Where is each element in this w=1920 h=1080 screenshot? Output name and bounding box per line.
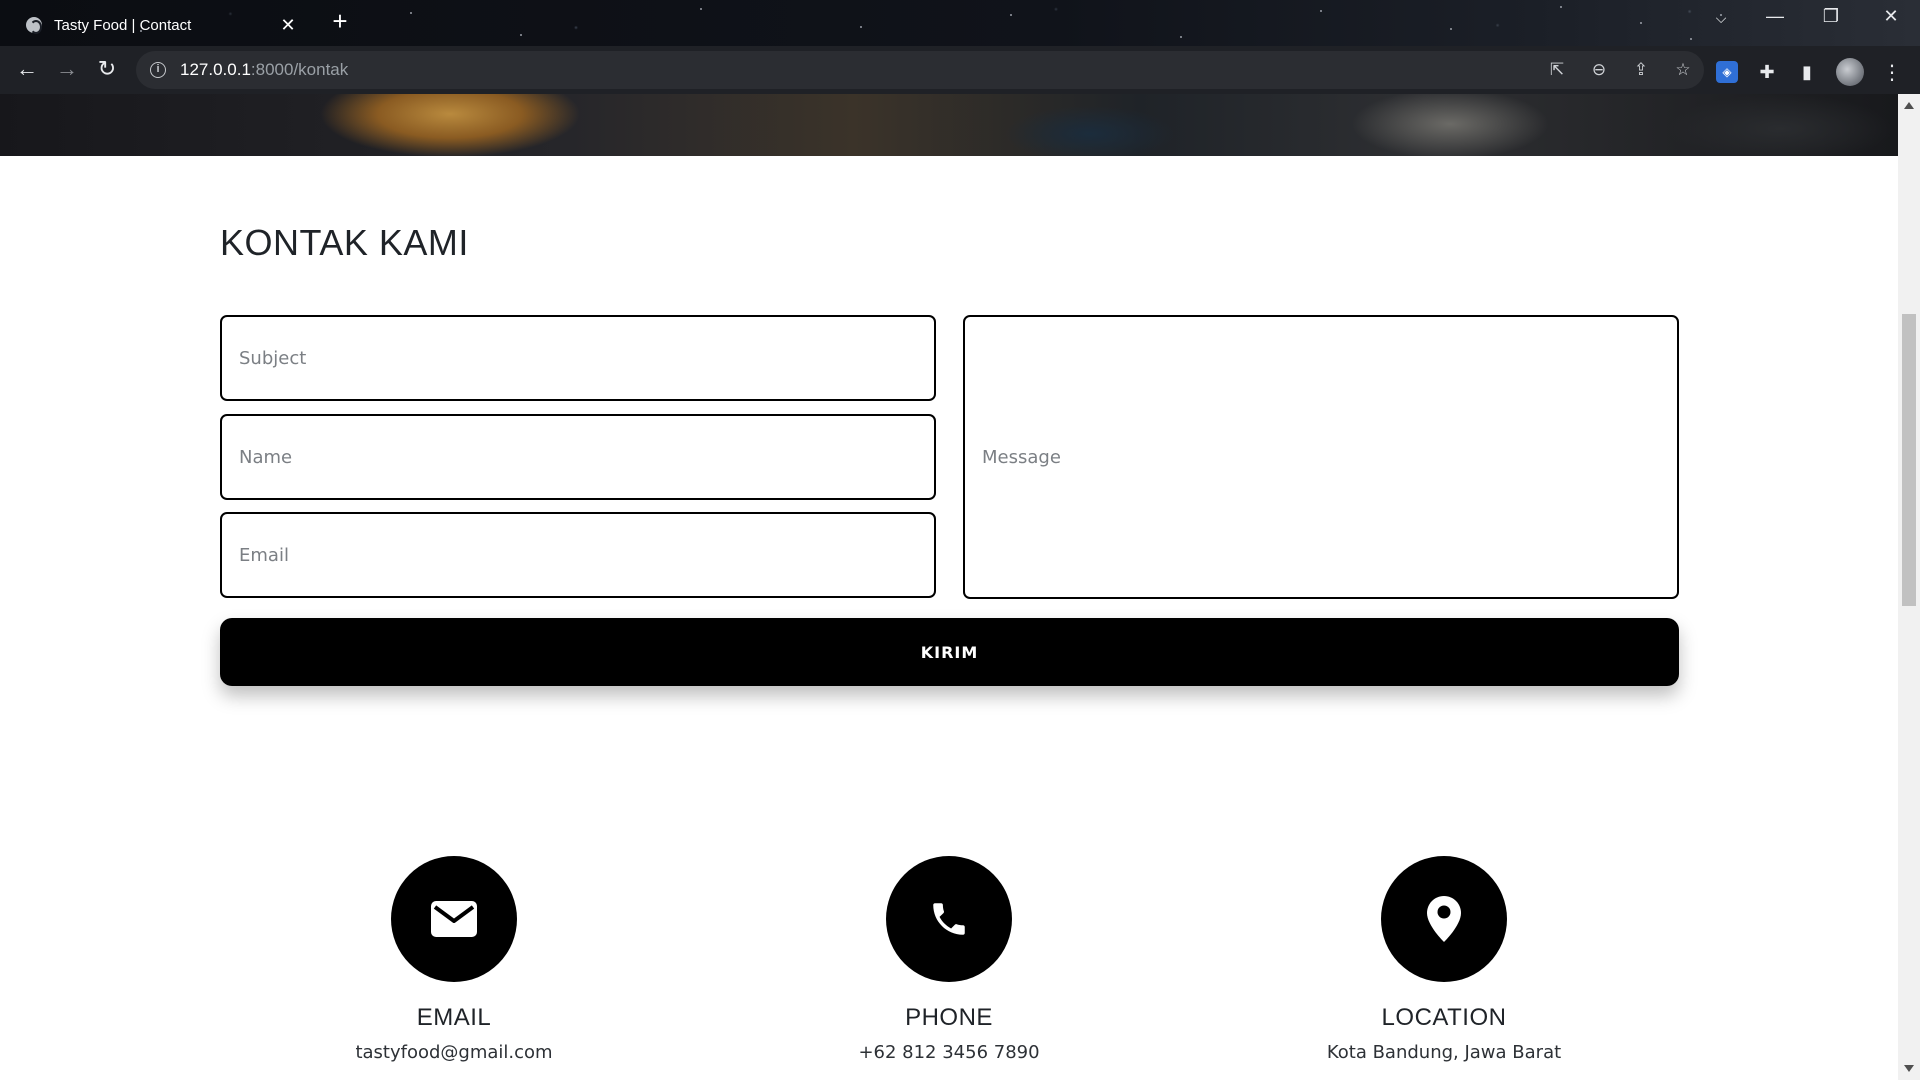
contact-card-phone: PHONE +62 812 3456 7890 bbox=[749, 856, 1149, 1063]
close-window-button[interactable]: ✕ bbox=[1868, 6, 1914, 27]
restore-button[interactable]: ❐ bbox=[1808, 6, 1854, 27]
browser-toolbar: ← → ↻ i 127.0.0.1:8000/kontak ⇱ ⊖ ⇪ ☆ ◈ … bbox=[0, 46, 1920, 94]
message-placeholder: Message bbox=[982, 446, 1061, 468]
tab-contact[interactable]: Tasty Food | Contact ✕ bbox=[8, 4, 313, 46]
side-panel-icon[interactable]: ▮ bbox=[1796, 61, 1818, 83]
zoom-out-icon[interactable]: ⊖ bbox=[1588, 59, 1610, 81]
share-icon[interactable]: ⇪ bbox=[1630, 59, 1652, 81]
email-input[interactable]: Email bbox=[220, 512, 936, 598]
contact-label: LOCATION bbox=[1381, 1004, 1507, 1031]
address-bar[interactable]: i 127.0.0.1:8000/kontak ⇱ ⊖ ⇪ ☆ bbox=[136, 51, 1704, 89]
minimize-button[interactable]: — bbox=[1752, 6, 1798, 27]
puzzle-icon[interactable]: ✚ bbox=[1756, 61, 1778, 83]
contact-value: +62 812 3456 7890 bbox=[858, 1042, 1040, 1063]
message-textarea[interactable]: Message bbox=[963, 315, 1679, 599]
reload-icon[interactable]: ↻ bbox=[94, 58, 120, 82]
scrollbar-thumb[interactable] bbox=[1902, 314, 1916, 606]
name-input[interactable]: Name bbox=[220, 414, 936, 500]
globe-icon bbox=[26, 17, 42, 34]
email-placeholder: Email bbox=[239, 544, 289, 566]
phone-icon bbox=[886, 856, 1012, 982]
close-icon[interactable]: ✕ bbox=[277, 15, 299, 36]
page-title: KONTAK KAMI bbox=[220, 222, 469, 263]
browser-tabbar: Tasty Food | Contact ✕ + ⌵ — ❐ ✕ bbox=[0, 0, 1920, 46]
map-pin-icon bbox=[1381, 856, 1507, 982]
url-host: 127.0.0.1 bbox=[180, 60, 251, 79]
contact-label: EMAIL bbox=[416, 1004, 492, 1031]
tab-title: Tasty Food | Contact bbox=[54, 16, 192, 34]
chevron-down-icon[interactable]: ⌵ bbox=[1698, 10, 1744, 27]
more-menu-icon[interactable]: ⋮ bbox=[1882, 60, 1902, 85]
open-external-icon[interactable]: ⇱ bbox=[1546, 59, 1568, 81]
page-viewport: KONTAK KAMI Subject Name Email Message K… bbox=[0, 94, 1898, 1080]
extension-icon[interactable]: ◈ bbox=[1716, 61, 1738, 83]
contact-value: tastyfood@gmail.com bbox=[355, 1042, 553, 1063]
scroll-up-arrow-icon[interactable] bbox=[1904, 102, 1914, 109]
submit-button[interactable]: KIRIM bbox=[220, 618, 1679, 686]
scroll-down-arrow-icon[interactable] bbox=[1904, 1065, 1914, 1072]
hero-image bbox=[0, 94, 1898, 156]
vertical-scrollbar[interactable] bbox=[1898, 94, 1920, 1080]
url-path: :8000/kontak bbox=[250, 60, 349, 79]
info-icon[interactable]: i bbox=[150, 62, 166, 78]
name-placeholder: Name bbox=[239, 446, 293, 468]
contact-card-location: LOCATION Kota Bandung, Jawa Barat bbox=[1244, 856, 1644, 1063]
back-arrow-icon[interactable]: ← bbox=[14, 58, 40, 82]
profile-avatar[interactable] bbox=[1836, 58, 1864, 86]
subject-input[interactable]: Subject bbox=[220, 315, 936, 401]
contact-value: Kota Bandung, Jawa Barat bbox=[1326, 1042, 1562, 1063]
envelope-icon bbox=[391, 856, 517, 982]
contact-label: PHONE bbox=[905, 1004, 993, 1031]
subject-placeholder: Subject bbox=[239, 347, 307, 369]
contact-card-email: EMAIL tastyfood@gmail.com bbox=[254, 856, 654, 1063]
new-tab-button[interactable]: + bbox=[326, 8, 354, 34]
star-icon[interactable]: ☆ bbox=[1672, 59, 1694, 81]
forward-arrow-icon[interactable]: → bbox=[54, 58, 80, 82]
